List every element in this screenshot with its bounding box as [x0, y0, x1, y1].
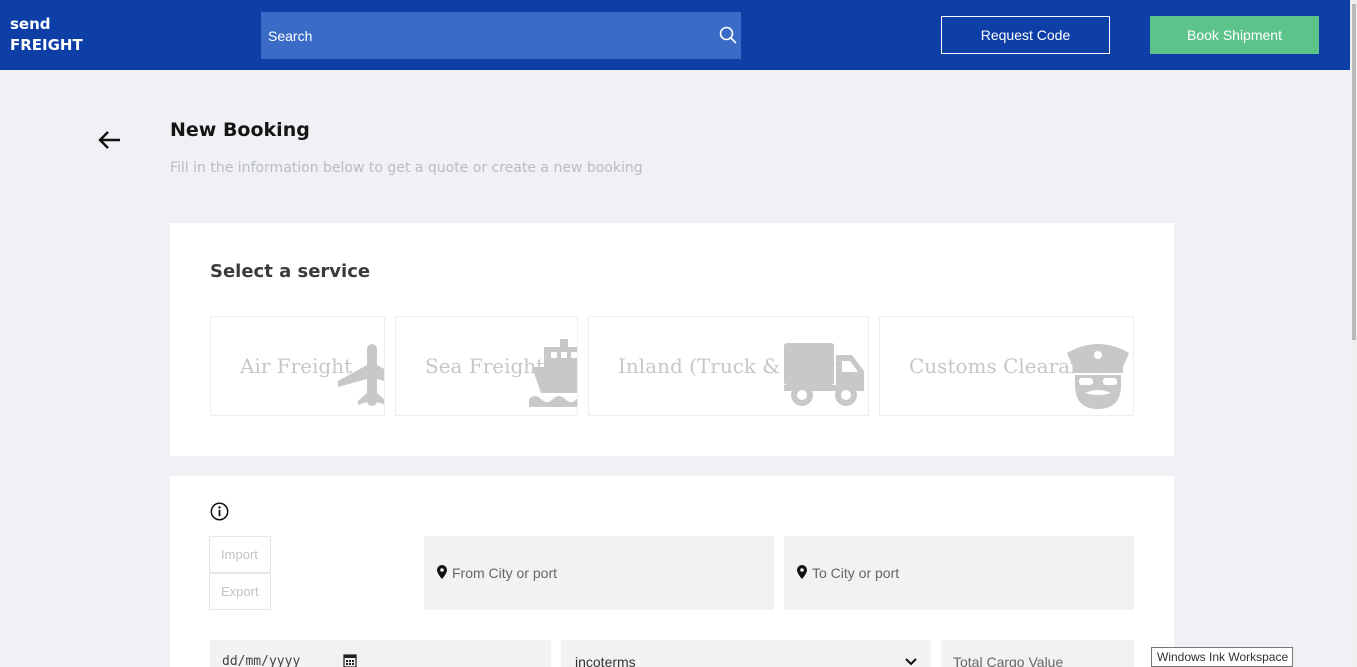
search-box: [261, 12, 741, 59]
scrollbar-thumb[interactable]: [1352, 4, 1356, 340]
search-icon[interactable]: [719, 26, 737, 44]
total-cargo-value-input[interactable]: [941, 640, 1134, 667]
service-heading: Select a service: [210, 261, 371, 282]
top-navigation-bar: send FREIGHT Request Code Book Shipment: [0, 0, 1350, 70]
logo-line-send: send: [10, 15, 51, 33]
chevron-down-icon: [905, 658, 917, 666]
date-field[interactable]: dd/mm/yyyy: [210, 640, 551, 667]
service-tile-air-freight[interactable]: Air Freight: [210, 316, 385, 416]
total-cargo-value-field: [941, 640, 1134, 667]
incoterms-select[interactable]: incoterms: [561, 640, 931, 667]
service-label: Air Freight: [240, 354, 353, 378]
page-subtitle: Fill in the information below to get a q…: [170, 160, 643, 176]
request-code-button[interactable]: Request Code: [941, 16, 1110, 54]
service-tile-inland[interactable]: Inland (Truck & Barge): [588, 316, 869, 416]
to-location-input[interactable]: [784, 536, 1134, 610]
import-option[interactable]: Import: [209, 536, 271, 573]
service-tile-sea-freight[interactable]: Sea Freight: [395, 316, 578, 416]
customs-officer-icon: [1067, 344, 1129, 409]
export-option[interactable]: Export: [209, 573, 271, 610]
book-shipment-button[interactable]: Book Shipment: [1150, 16, 1319, 54]
airplane-icon: [338, 344, 384, 406]
service-selection-card: Select a service Air Freight Sea Freight: [170, 223, 1174, 456]
service-tile-customs-clearance[interactable]: Customs Clearance: [879, 316, 1134, 416]
from-location-input[interactable]: [424, 536, 774, 610]
calendar-icon[interactable]: [343, 653, 357, 667]
info-icon[interactable]: [210, 502, 229, 521]
booking-form-card: Import Export dd/mm/yyyy incoterms: [170, 476, 1174, 667]
windows-ink-tooltip: Windows Ink Workspace: [1151, 647, 1293, 667]
incoterms-selected-value: incoterms: [575, 654, 636, 667]
to-location-field: [784, 536, 1134, 610]
vertical-scrollbar[interactable]: [1350, 0, 1357, 667]
service-label: Sea Freight: [425, 354, 545, 378]
logo[interactable]: send FREIGHT: [10, 14, 83, 56]
truck-icon: [784, 343, 864, 406]
logo-line-freight: FREIGHT: [10, 36, 83, 54]
from-location-field: [424, 536, 774, 610]
search-input[interactable]: [261, 12, 741, 59]
page-title: New Booking: [170, 119, 310, 141]
date-input[interactable]: dd/mm/yyyy: [222, 654, 300, 667]
ship-icon: [529, 339, 577, 407]
back-arrow-icon[interactable]: [97, 128, 123, 152]
